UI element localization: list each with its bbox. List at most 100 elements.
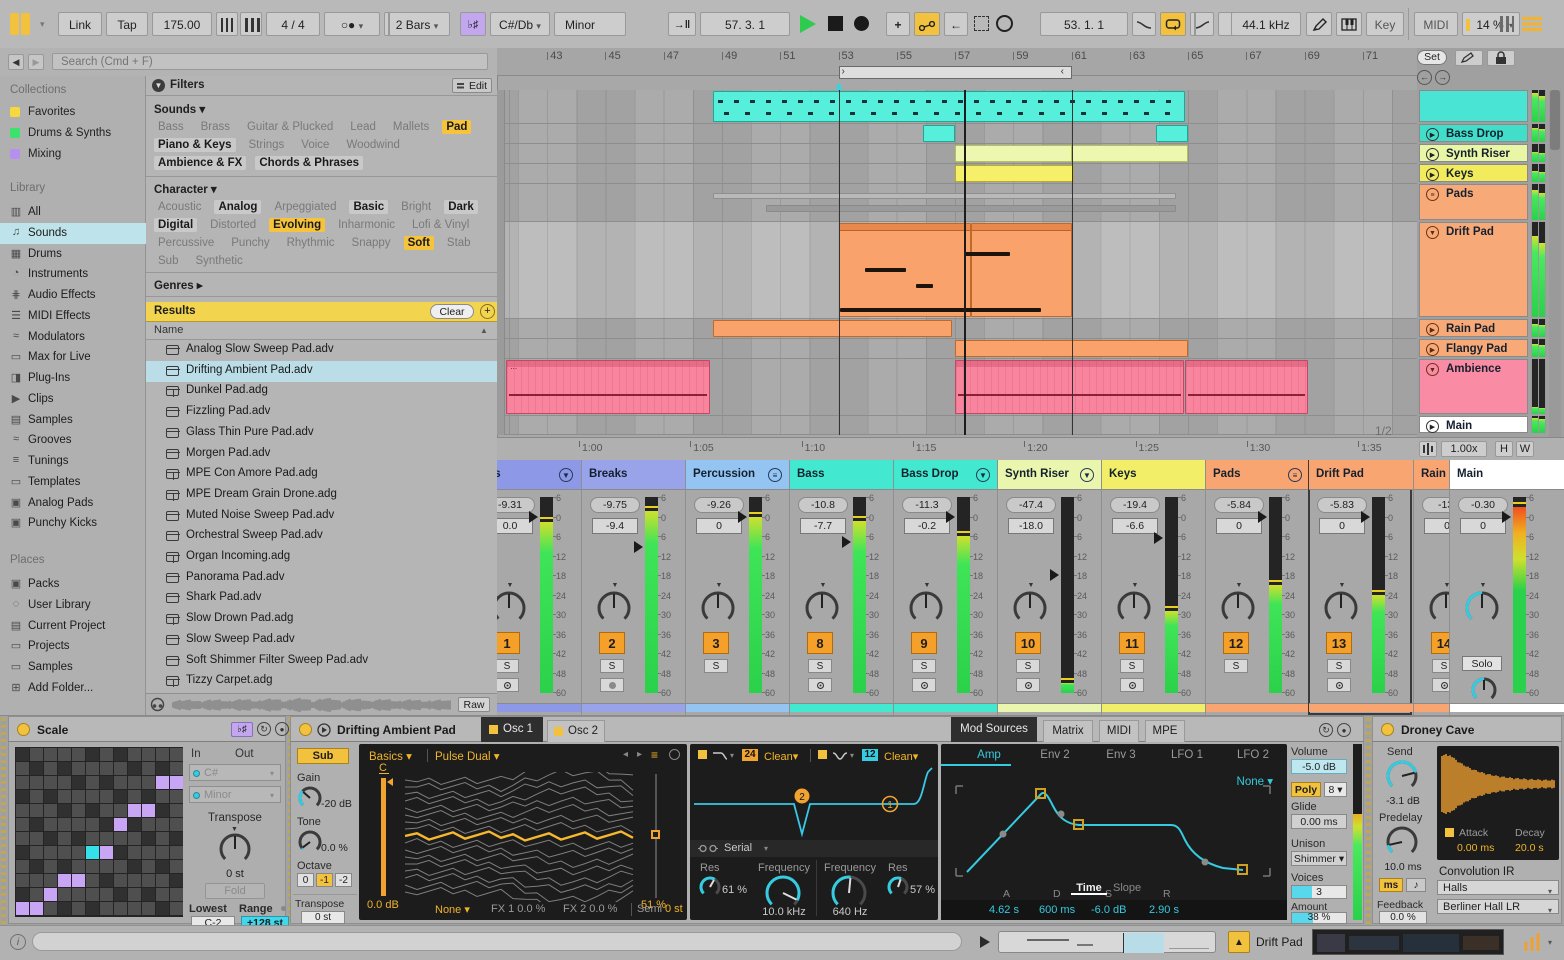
peak-level-display[interactable]: -47.4 bbox=[1006, 497, 1056, 513]
clip[interactable] bbox=[713, 193, 1177, 199]
scale-grid-cell[interactable] bbox=[16, 790, 29, 803]
info-icon[interactable]: i bbox=[10, 934, 26, 950]
osc-gain-slider[interactable] bbox=[381, 778, 393, 896]
track-play-icon[interactable]: ▶ bbox=[1426, 148, 1439, 161]
filter2-circuit[interactable]: Clean▾ bbox=[884, 750, 928, 763]
env-tab-env-[interactable]: Env 2 bbox=[1025, 749, 1085, 762]
list-item[interactable]: MPE Con Amore Pad.adg bbox=[146, 464, 497, 485]
volume-fader-handle[interactable] bbox=[738, 510, 747, 523]
sidebar-item-samples[interactable]: ▤ Samples bbox=[0, 410, 146, 431]
scale-grid-cell[interactable] bbox=[58, 888, 71, 901]
send-value[interactable]: -3.1 dB bbox=[1381, 795, 1425, 807]
volume-field[interactable]: -7.7 bbox=[800, 518, 846, 534]
session-view-toggle-icon[interactable] bbox=[1500, 16, 1514, 32]
scale-grid-cell[interactable] bbox=[170, 860, 183, 873]
filter-tag-bass[interactable]: Bass bbox=[154, 120, 188, 134]
mixer-track-title[interactable]: Bass bbox=[790, 460, 894, 490]
filter2-type-dropdown[interactable]: ▾ bbox=[850, 751, 858, 760]
filter2-toggle[interactable] bbox=[818, 750, 827, 759]
mixer-strip-keys[interactable]: Keys -19.4 -6.6 ▼ 11 S 6 0 6 12 18 24 30 36 42 48 60 bbox=[1101, 460, 1206, 715]
scale-grid-cell[interactable] bbox=[156, 902, 169, 915]
filter-tag-sub[interactable]: Sub bbox=[154, 254, 182, 268]
scale-grid-cell[interactable] bbox=[58, 790, 71, 803]
scale-grid-cell[interactable] bbox=[170, 888, 183, 901]
output-meter-icon[interactable] bbox=[1522, 932, 1544, 952]
monitor-button[interactable] bbox=[497, 678, 519, 692]
sidebar-item-templates[interactable]: ▭ Templates bbox=[0, 472, 146, 493]
root-note-select[interactable]: C# ▾ bbox=[189, 764, 281, 781]
list-item[interactable]: Glass Thin Pure Pad.adv bbox=[146, 423, 497, 444]
sidebar-item-instruments[interactable]: ◔ Instruments bbox=[0, 264, 146, 285]
scale-grid-cell[interactable] bbox=[156, 860, 169, 873]
predelay-ms-toggle[interactable]: ms bbox=[1379, 878, 1403, 892]
peak-level-display[interactable]: -0.30 bbox=[1458, 497, 1508, 513]
scale-grid-cell[interactable] bbox=[86, 818, 99, 831]
scale-grid-cell[interactable] bbox=[86, 874, 99, 887]
track-header-pads[interactable]: ≡ Pads bbox=[1419, 184, 1528, 220]
scale-grid-cell[interactable] bbox=[170, 902, 183, 915]
scale-grid-cell[interactable] bbox=[142, 762, 155, 775]
list-item[interactable]: Analog Slow Sweep Pad.adv bbox=[146, 340, 497, 361]
scale-grid-cell[interactable] bbox=[170, 846, 183, 859]
clip[interactable] bbox=[1185, 360, 1308, 414]
mixer-track-title[interactable]: Breaks bbox=[582, 460, 686, 490]
sidebar-item-current-project[interactable]: ▤ Current Project bbox=[0, 616, 146, 637]
scale-grid-cell[interactable] bbox=[72, 776, 85, 789]
loop-brace[interactable]: › ‹ bbox=[838, 66, 1072, 79]
volume-field[interactable]: -18.0 bbox=[1008, 518, 1054, 534]
routing-select[interactable]: Serial bbox=[724, 842, 764, 855]
scale-grid-cell[interactable] bbox=[86, 804, 99, 817]
scale-grid-cell[interactable] bbox=[142, 748, 155, 761]
env-tab-lfo-[interactable]: LFO 2 bbox=[1223, 749, 1283, 762]
meter-dropdown-icon[interactable]: ▾ bbox=[1548, 938, 1558, 948]
volume-fader-handle[interactable] bbox=[1258, 510, 1267, 523]
clip[interactable] bbox=[955, 165, 1075, 182]
osc-gain-handle[interactable] bbox=[387, 778, 393, 786]
zoom-height-button[interactable]: H bbox=[1495, 441, 1513, 457]
env-tab-amp[interactable]: Amp bbox=[959, 749, 1019, 762]
filter1-freq-value[interactable]: 10.0 kHz bbox=[756, 906, 812, 918]
filter-tag-basic[interactable]: Basic bbox=[349, 200, 389, 214]
filter-tag-percussive[interactable]: Percussive bbox=[154, 236, 218, 250]
clip[interactable] bbox=[923, 125, 956, 142]
scale-grid-cell[interactable] bbox=[142, 832, 155, 845]
voices-value[interactable]: 3 bbox=[1291, 885, 1347, 899]
scale-grid-cell[interactable] bbox=[170, 874, 183, 887]
fold-icon[interactable]: ▼ bbox=[1080, 468, 1094, 482]
scale-grid-cell[interactable] bbox=[44, 748, 57, 761]
prev-marker-button[interactable]: ← bbox=[1417, 70, 1432, 85]
clip[interactable] bbox=[713, 320, 953, 337]
osc2-toggle[interactable] bbox=[554, 727, 563, 736]
filter-tag-analog[interactable]: Analog bbox=[214, 200, 262, 214]
sidebar-item-user-library[interactable]: ◌ User Library bbox=[0, 595, 146, 616]
reverb-device-title-bar[interactable]: Droney Cave bbox=[1372, 716, 1562, 742]
scale-grid-cell[interactable] bbox=[86, 888, 99, 901]
scale-grid-cell[interactable] bbox=[58, 804, 71, 817]
scale-grid-cell[interactable] bbox=[58, 748, 71, 761]
scale-grid-cell[interactable] bbox=[170, 804, 183, 817]
octave-option-0[interactable]: 0 bbox=[297, 873, 314, 887]
filters-collapse-icon[interactable]: ▼ bbox=[152, 79, 165, 92]
filter-tag-evolving[interactable]: Evolving bbox=[269, 218, 326, 232]
scale-grid-cell[interactable] bbox=[72, 818, 85, 831]
character-section-header[interactable]: Character ▾ bbox=[154, 182, 244, 196]
sidebar-item-plug-ins[interactable]: ◨ Plug-Ins bbox=[0, 368, 146, 389]
volume-field[interactable]: 0 bbox=[1319, 518, 1365, 534]
track-header-main[interactable]: ▶ Main bbox=[1419, 416, 1528, 433]
scale-grid-cell[interactable] bbox=[44, 902, 57, 915]
filter1-toggle[interactable] bbox=[698, 750, 707, 759]
filter-tag-mallets[interactable]: Mallets bbox=[389, 120, 433, 134]
solo-cue-button[interactable]: Solo bbox=[1462, 656, 1502, 671]
scale-grid-cell[interactable] bbox=[72, 888, 85, 901]
scale-grid-cell[interactable] bbox=[86, 902, 99, 915]
attack-value[interactable]: 0.00 ms bbox=[1457, 842, 1503, 854]
filter2-res-value[interactable]: 57 % bbox=[910, 884, 944, 896]
midi-note[interactable] bbox=[864, 268, 906, 272]
scale-grid-cell[interactable] bbox=[86, 790, 99, 803]
mixer-track-title[interactable]: Main bbox=[1450, 460, 1564, 490]
loop-end-handle[interactable]: ‹ bbox=[1061, 66, 1069, 78]
scale-grid-cell[interactable] bbox=[170, 748, 183, 761]
scale-grid-cell[interactable] bbox=[16, 776, 29, 789]
scale-grid-cell[interactable] bbox=[156, 748, 169, 761]
clip[interactable] bbox=[955, 145, 1072, 162]
